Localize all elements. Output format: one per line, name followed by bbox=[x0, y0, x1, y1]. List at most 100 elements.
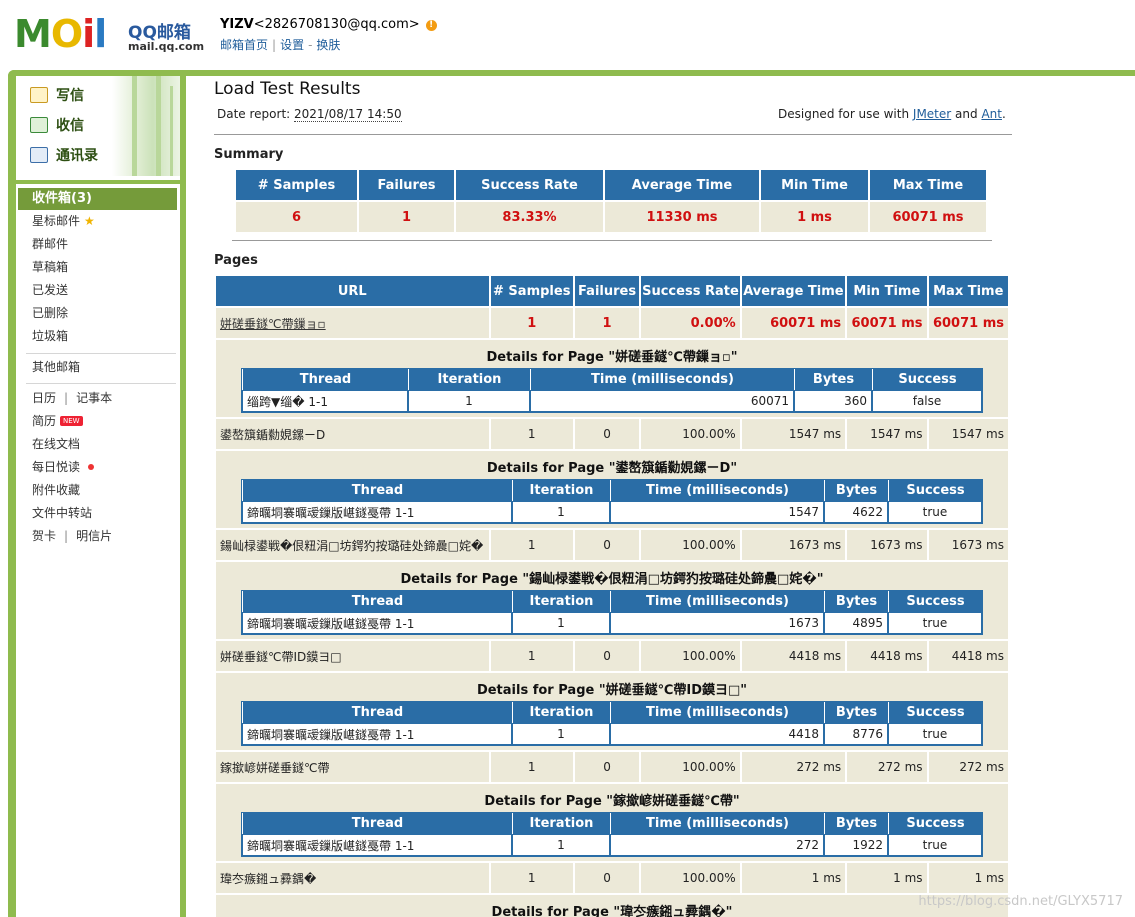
page-details-row: Details for Page "鎵撳嵃姘磋垂鐩℃帶" Thread Iter… bbox=[216, 784, 1008, 861]
page-average-time: 1547 ms bbox=[741, 419, 846, 449]
page-url-link[interactable]: 鍚屾椂鍙戦�佷粈涓□坊鍔犳按璐硅处鍗曟□姹� bbox=[216, 530, 489, 560]
pages-col-min-time: Min Time bbox=[847, 276, 927, 306]
page-success-rate: 0.00% bbox=[641, 308, 740, 338]
postcards-link[interactable]: 明信片 bbox=[76, 529, 112, 543]
page-url-link[interactable]: 鍙嶅簱鍎勬娊鏍ㄧD bbox=[216, 419, 489, 449]
details-col-iteration: Iteration bbox=[512, 702, 610, 723]
details-col-success: Success bbox=[872, 369, 982, 390]
qqmail-logo[interactable]: MOil QQ邮箱 mail.qq.com bbox=[14, 14, 204, 58]
detail-thread: 鍗曞垌褰曞叆鏁版嵁鐩戞帶 1-1 bbox=[242, 723, 512, 745]
sidebar-item-deleted[interactable]: 已删除 bbox=[32, 305, 68, 321]
ant-link[interactable]: Ant bbox=[981, 107, 1002, 121]
detail-bytes: 1922 bbox=[824, 834, 888, 856]
sidebar-item-spam[interactable]: 垃圾箱 bbox=[32, 328, 68, 344]
change-skin-link[interactable]: 换肤 bbox=[316, 38, 340, 52]
pages-col-average-time: Average Time bbox=[741, 276, 846, 306]
sidebar-item-attachment-favorites[interactable]: 附件收藏 bbox=[32, 482, 80, 498]
detail-time: 272 bbox=[610, 834, 824, 856]
page-samples: 1 bbox=[490, 752, 573, 782]
sidebar-item-daily-reading[interactable]: 每日悦读 bbox=[32, 459, 95, 475]
details-data-row: 鍗曞垌褰曞叆鏁版嵁鐩戞帶 1-1 1 4418 8776 true bbox=[242, 723, 982, 745]
pages-col-max-time: Max Time bbox=[928, 276, 1008, 306]
mail-home-link[interactable]: 邮箱首页 bbox=[220, 38, 268, 52]
warning-icon[interactable]: ! bbox=[425, 20, 437, 31]
page-average-time: 60071 ms bbox=[741, 308, 846, 338]
greeting-cards-link[interactable]: 贺卡 bbox=[32, 529, 56, 543]
page-min-time: 60071 ms bbox=[847, 308, 927, 338]
jmeter-link[interactable]: JMeter bbox=[913, 107, 951, 121]
page-success-rate: 100.00% bbox=[641, 863, 740, 893]
designed-for-note: Designed for use with JMeter and Ant. bbox=[778, 107, 1006, 121]
page-min-time: 1673 ms bbox=[847, 530, 927, 560]
notepad-link[interactable]: 记事本 bbox=[76, 391, 112, 405]
calendar-link[interactable]: 日历 bbox=[32, 391, 56, 405]
details-table: Thread Iteration Time (milliseconds) Byt… bbox=[241, 701, 983, 746]
page-row: 瑋冭瘯鎺ュ彛鍝� 1 0 100.00% 1 ms 1 ms 1 ms bbox=[216, 863, 1008, 893]
details-title: Details for Page "鍙嶅簱鍎勬娊鏍ㄧD" bbox=[486, 461, 738, 476]
page-details-row: Details for Page "姘磋垂鐩℃帶鏁ョ▫" Thread Iter… bbox=[216, 340, 1008, 417]
page-details: Details for Page "鎵撳嵃姘磋垂鐩℃帶" Thread Iter… bbox=[216, 784, 1008, 861]
detail-success: false bbox=[872, 390, 982, 412]
sidebar-item-group-mail[interactable]: 群邮件 bbox=[32, 236, 68, 252]
page-url-link[interactable]: 姘磋垂鐩℃帶ID鏌ヨ□ bbox=[216, 641, 489, 671]
sidebar-item-starred[interactable]: 星标邮件 ★ bbox=[32, 213, 95, 229]
page-max-time: 272 ms bbox=[928, 752, 1008, 782]
sidebar-item-resume[interactable]: 简历 NEW bbox=[32, 413, 83, 429]
page-row: 鍙嶅簱鍎勬娊鏍ㄧD 1 0 100.00% 1547 ms 1547 ms 15… bbox=[216, 419, 1008, 449]
details-col-iteration: Iteration bbox=[408, 369, 530, 390]
receive-label: 收信 bbox=[56, 118, 84, 134]
detail-time: 60071 bbox=[530, 390, 794, 412]
detail-iteration: 1 bbox=[512, 834, 610, 856]
details-col-bytes: Bytes bbox=[824, 480, 888, 501]
summary-min-time: 1 ms bbox=[761, 202, 868, 232]
details-col-time: Time (milliseconds) bbox=[610, 702, 824, 723]
details-col-time: Time (milliseconds) bbox=[610, 813, 824, 834]
sidebar-item-drafts[interactable]: 草稿箱 bbox=[32, 259, 68, 275]
sidebar-item-file-transfer[interactable]: 文件中转站 bbox=[32, 505, 92, 521]
page-details-row: Details for Page "鍚屾椂鍙戦�佷粈涓□坊鍔犳按璐硅处鍗曟□姹�… bbox=[216, 562, 1008, 639]
sidebar-item-other-mailboxes[interactable]: 其他邮箱 bbox=[32, 359, 80, 375]
page-details-row: Details for Page "鍙嶅簱鍎勬娊鏍ㄧD" Thread Iter… bbox=[216, 451, 1008, 528]
inbox-download-icon bbox=[30, 117, 48, 133]
detail-time: 1547 bbox=[610, 501, 824, 523]
detail-success: true bbox=[888, 501, 982, 523]
bamboo-decoration bbox=[112, 76, 180, 176]
page-max-time: 1547 ms bbox=[928, 419, 1008, 449]
report-date: Date report: 2021/08/17 14:50 bbox=[217, 107, 402, 122]
settings-link[interactable]: 设置 bbox=[280, 38, 304, 52]
compose-button[interactable]: 写信 bbox=[30, 85, 84, 107]
details-col-thread: Thread bbox=[242, 591, 512, 612]
detail-success: true bbox=[888, 612, 982, 634]
resume-label: 简历 bbox=[32, 414, 57, 428]
logo-wordmark: MOil bbox=[14, 12, 107, 56]
summary-col-success-rate: Success Rate bbox=[456, 170, 603, 200]
summary-average-time: 11330 ms bbox=[605, 202, 759, 232]
details-col-success: Success bbox=[888, 591, 982, 612]
sidebar-divider bbox=[16, 180, 180, 184]
details-title: Details for Page "姘磋垂鐩℃帶鏁ョ▫" bbox=[486, 350, 738, 365]
page-details: Details for Page "姘磋垂鐩℃帶鏁ョ▫" Thread Iter… bbox=[216, 340, 1008, 417]
pages-header-row: URL # Samples Failures Success Rate Aver… bbox=[216, 276, 1008, 306]
user-email: <2826708130@qq.com> bbox=[253, 17, 420, 32]
page-min-time: 272 ms bbox=[847, 752, 927, 782]
sidebar-item-sent[interactable]: 已发送 bbox=[32, 282, 68, 298]
unread-dot-icon bbox=[88, 464, 95, 470]
page-details-row: Details for Page "姘磋垂鐩℃帶ID鏌ヨ□" Thread It… bbox=[216, 673, 1008, 750]
page-success-rate: 100.00% bbox=[641, 530, 740, 560]
page-url-link[interactable]: 姘磋垂鐩℃帶鏁ョ▫ bbox=[216, 308, 489, 338]
header-links: 邮箱首页 | 设置 - 换肤 bbox=[220, 36, 340, 53]
detail-success: true bbox=[888, 723, 982, 745]
page-details: Details for Page "鍚屾椂鍙戦�佷粈涓□坊鍔犳按璐硅处鍗曟□姹�… bbox=[216, 562, 1008, 639]
details-col-thread: Thread bbox=[242, 480, 512, 501]
page-average-time: 4418 ms bbox=[741, 641, 846, 671]
sidebar-item-online-docs[interactable]: 在线文档 bbox=[32, 436, 80, 452]
contacts-button[interactable]: 通讯录 bbox=[30, 145, 98, 167]
details-title: Details for Page "鎵撳嵃姘磋垂鐩℃帶" bbox=[484, 794, 740, 809]
user-identity: YIZV<2826708130@qq.com>! bbox=[220, 17, 437, 32]
details-col-bytes: Bytes bbox=[824, 591, 888, 612]
detail-iteration: 1 bbox=[512, 723, 610, 745]
receive-button[interactable]: 收信 bbox=[30, 115, 84, 137]
page-url-link[interactable]: 瑋冭瘯鎺ュ彛鍝� bbox=[216, 863, 489, 893]
page-url-link[interactable]: 鎵撳嵃姘磋垂鐩℃帶 bbox=[216, 752, 489, 782]
sidebar-item-inbox[interactable]: 收件箱(3) bbox=[18, 188, 177, 210]
